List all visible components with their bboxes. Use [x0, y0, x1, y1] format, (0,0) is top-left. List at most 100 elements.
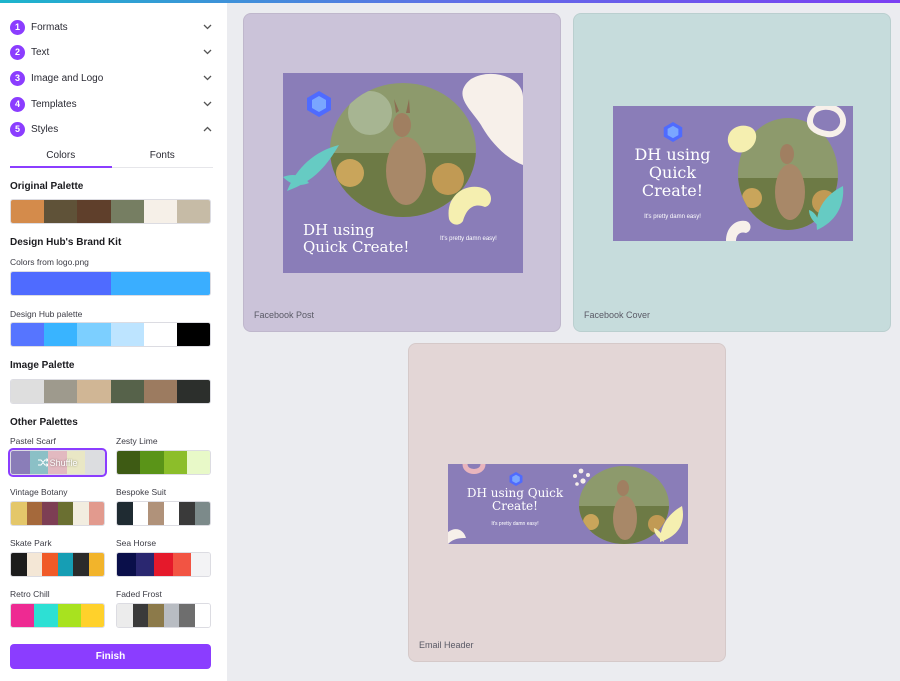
color-swatch: [179, 502, 195, 525]
palette-option-sea-horse[interactable]: [116, 552, 211, 577]
color-swatch: [110, 323, 144, 346]
yellow-leaf-shape: [654, 506, 684, 542]
color-swatch: [57, 502, 73, 525]
color-swatch: [140, 451, 164, 474]
color-swatch: [11, 380, 45, 403]
chevron-down-icon[interactable]: [201, 21, 213, 33]
color-swatch: [163, 604, 179, 627]
color-swatch: [77, 200, 111, 223]
color-swatch: [57, 604, 81, 627]
palette-option-bespoke-suit[interactable]: [116, 501, 211, 526]
color-swatch: [44, 200, 78, 223]
hub-palette-swatches[interactable]: [10, 322, 211, 347]
original-palette-title: Original Palette: [10, 181, 84, 192]
color-swatch: [88, 553, 104, 576]
color-swatch: [154, 553, 173, 576]
chevron-up-icon[interactable]: [201, 123, 213, 135]
design-headline: DH using Quick Create!: [634, 145, 711, 200]
step-label: Templates: [31, 98, 77, 110]
color-swatch: [172, 553, 192, 576]
facebook-cover-preview: DH using Quick Create! It's pretty damn …: [613, 106, 853, 241]
color-swatch: [73, 553, 89, 576]
palette-option-zesty-lime[interactable]: [116, 450, 211, 475]
palette-name: Sea Horse: [116, 538, 157, 548]
design-headline: DH using Quick Create!: [303, 221, 410, 256]
chevron-down-icon[interactable]: [201, 72, 213, 84]
color-swatch: [143, 380, 177, 403]
finish-button[interactable]: Finish: [10, 644, 211, 669]
color-swatch: [143, 200, 177, 223]
step-styles[interactable]: 5 Styles: [10, 118, 213, 140]
color-swatch: [11, 272, 111, 295]
step-number: 4: [10, 96, 25, 112]
design-tagline: It's pretty damn easy!: [644, 214, 701, 220]
step-image-and-logo[interactable]: 3 Image and Logo: [10, 67, 213, 89]
yellow-arch-shape: [448, 186, 491, 225]
shuffle-overlay[interactable]: Shuffle: [11, 451, 104, 474]
color-swatch: [176, 323, 210, 346]
step-number: 5: [10, 121, 25, 137]
design-format-name: Facebook Cover: [584, 310, 651, 320]
yellow-blob-shape: [727, 125, 757, 153]
color-swatch: [77, 323, 111, 346]
step-templates[interactable]: 4 Templates: [10, 93, 213, 115]
image-palette-title: Image Palette: [10, 360, 75, 371]
design-hub-logo-icon: [307, 91, 331, 117]
styles-tabs: Colors Fonts: [10, 146, 213, 168]
cream-ring-shape: [807, 106, 847, 138]
tab-fonts[interactable]: Fonts: [111, 146, 213, 168]
color-swatch: [11, 553, 27, 576]
color-swatch: [117, 451, 141, 474]
step-text[interactable]: 2 Text: [10, 41, 213, 63]
palette-option-skate-park[interactable]: [10, 552, 105, 577]
original-palette-swatches[interactable]: [10, 199, 211, 224]
palette-option-pastel-scarf[interactable]: Shuffle: [8, 448, 107, 477]
color-swatch: [73, 502, 89, 525]
design-format-name: Facebook Post: [254, 310, 315, 320]
step-label: Formats: [31, 21, 68, 33]
cream-arch-shape: [726, 220, 751, 241]
chevron-down-icon[interactable]: [201, 98, 213, 110]
brand-kit-title: Design Hub's Brand Kit: [10, 237, 122, 248]
chevron-down-icon[interactable]: [201, 46, 213, 58]
quick-create-sidebar: 1 Formats 2 Text 3 Image and Logo 4 Temp…: [0, 3, 227, 681]
design-card-facebook-cover[interactable]: DH using Quick Create! It's pretty damn …: [573, 13, 891, 332]
color-swatch: [11, 604, 35, 627]
step-formats[interactable]: 1 Formats: [10, 16, 213, 38]
color-swatch: [117, 502, 133, 525]
image-palette-swatches[interactable]: [10, 379, 211, 404]
color-swatch: [179, 604, 195, 627]
step-number: 3: [10, 70, 25, 86]
palette-option-retro-chill[interactable]: [10, 603, 105, 628]
palette-name: Zesty Lime: [116, 436, 158, 446]
design-headline: DH using Quick Create!: [466, 486, 564, 514]
email-header-preview: DH using Quick Create! It's pretty damn …: [448, 464, 688, 544]
color-swatch: [163, 502, 179, 525]
color-swatch: [44, 380, 78, 403]
facebook-post-preview: DH using Quick Create! It's pretty damn …: [283, 73, 523, 273]
tab-colors[interactable]: Colors: [10, 146, 112, 168]
logo-colors-swatches[interactable]: [10, 271, 211, 296]
palette-name: Skate Park: [10, 538, 52, 548]
step-number: 1: [10, 19, 25, 35]
logo-colors-label: Colors from logo.png: [10, 257, 89, 267]
color-swatch: [163, 451, 187, 474]
shuffle-icon: [37, 458, 48, 467]
design-card-facebook-post[interactable]: DH using Quick Create! It's pretty damn …: [243, 13, 561, 332]
color-swatch: [26, 502, 42, 525]
palette-name: Faded Frost: [116, 589, 162, 599]
palette-name: Vintage Botany: [10, 487, 68, 497]
color-swatch: [148, 604, 164, 627]
color-swatch: [44, 323, 78, 346]
design-hub-logo-icon: [663, 122, 683, 142]
color-swatch: [191, 553, 210, 576]
palette-option-faded-frost[interactable]: [116, 603, 211, 628]
step-label: Styles: [31, 123, 59, 135]
color-swatch: [194, 604, 210, 627]
pink-ring-shape: [462, 464, 486, 474]
hub-palette-label: Design Hub palette: [10, 309, 83, 319]
color-swatch: [110, 200, 144, 223]
design-card-email-header[interactable]: DH using Quick Create! It's pretty damn …: [408, 343, 726, 662]
color-swatch: [176, 380, 210, 403]
palette-option-vintage-botany[interactable]: [10, 501, 105, 526]
